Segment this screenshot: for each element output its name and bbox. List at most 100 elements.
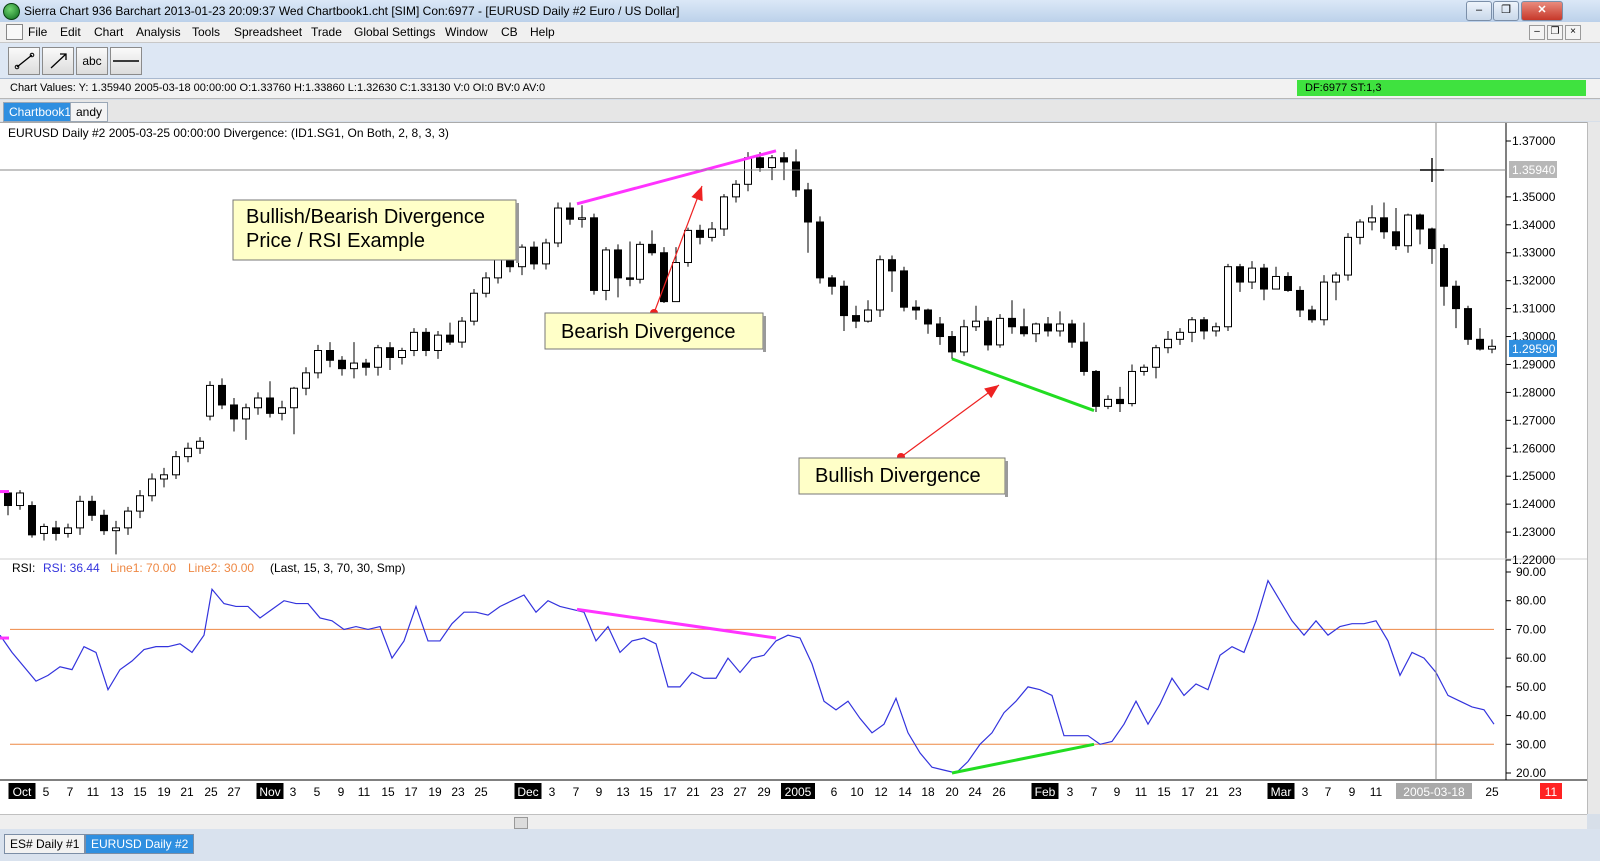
horizontal-line-tool-button[interactable]: [110, 47, 142, 75]
candle-body: [1452, 285, 1460, 310]
ray-tool-button[interactable]: [42, 47, 74, 75]
maximize-button[interactable]: ❐: [1493, 1, 1519, 21]
candle-body: [1068, 323, 1076, 343]
horizontal-scrollbar[interactable]: [0, 814, 1587, 829]
tab-chartbook1[interactable]: Chartbook1: [3, 102, 78, 122]
menu-trade[interactable]: Trade: [311, 25, 342, 39]
menu-analysis[interactable]: Analysis: [136, 25, 181, 39]
vertical-scrollbar[interactable]: [1587, 122, 1600, 814]
chart-area[interactable]: 1.37000 1.35000 1.34000 1.33000 1.32000 1.310…: [0, 122, 1587, 815]
date-axis-label: 29: [757, 785, 771, 799]
candle-body: [1188, 319, 1196, 333]
date-axis-label: 15: [133, 785, 147, 799]
candle-body: [266, 397, 274, 414]
menu-tools[interactable]: Tools: [192, 25, 220, 39]
candle-body: [1284, 275, 1292, 291]
app-globe-icon: [3, 3, 20, 20]
mdi-restore-button[interactable]: ❐: [1547, 25, 1563, 40]
divergence-title-box[interactable]: Bullish/Bearish Divergence Price / RSI E…: [232, 199, 519, 263]
candle-body: [1368, 217, 1376, 223]
document-icon[interactable]: [6, 24, 23, 40]
date-axis-label: 13: [616, 785, 630, 799]
bearish-divergence-box[interactable]: Bearish Divergence: [544, 312, 766, 352]
close-button[interactable]: ✕: [1521, 1, 1563, 21]
candle-body: [1476, 338, 1484, 350]
candle-body: [4, 492, 12, 507]
date-axis-label: Oct: [13, 785, 32, 799]
date-axis-label: 15: [1157, 785, 1171, 799]
candle-body: [1428, 228, 1436, 250]
candle-body: [1140, 366, 1148, 372]
candle-body: [254, 397, 262, 409]
candle-body: [136, 495, 144, 512]
candle-body: [530, 246, 538, 265]
chart-canvas[interactable]: 1.37000 1.35000 1.34000 1.33000 1.32000 1.310…: [0, 123, 1587, 815]
candle-body: [242, 407, 250, 420]
chart-values-text: Chart Values: Y: 1.35940 2005-03-18 00:0…: [10, 82, 546, 94]
candle-body: [936, 323, 944, 338]
candle-body: [40, 525, 48, 534]
horizontal-line-icon: [113, 60, 139, 62]
candle-body: [362, 362, 370, 368]
divergence-title-line2: Price / RSI Example: [246, 230, 425, 252]
candle-body: [888, 259, 896, 272]
bullish-divergence-box[interactable]: Bullish Divergence: [798, 457, 1008, 497]
rsi-axis-label: 40.00: [1516, 709, 1546, 723]
crosshair-price-label: 1.35940: [1512, 163, 1556, 177]
candle-body: [972, 320, 980, 328]
candle-body: [160, 474, 168, 480]
title-bar: Sierra Chart 936 Barchart 2013-01-23 20:…: [0, 0, 1600, 23]
candle-body: [1236, 266, 1244, 283]
menu-spreadsheet[interactable]: Spreadsheet: [234, 25, 302, 39]
menu-window[interactable]: Window: [445, 25, 488, 39]
line-tool-button[interactable]: [8, 47, 40, 75]
tab-eurusd-daily[interactable]: EURUSD Daily #2: [85, 834, 195, 854]
rsi-params: (Last, 15, 3, 70, 30, Smp): [270, 561, 405, 575]
minimize-button[interactable]: –: [1466, 1, 1492, 21]
candle-body: [1128, 370, 1136, 405]
date-axis-label: 12: [874, 785, 888, 799]
menu-global-settings[interactable]: Global Settings: [354, 25, 435, 39]
rsi-line2-value: Line2: 30.00: [188, 561, 254, 575]
date-axis-label: Mar: [1271, 785, 1292, 799]
horizontal-scrollbar-thumb[interactable]: [514, 817, 528, 829]
mdi-minimize-button[interactable]: –: [1529, 25, 1545, 40]
price-axis-label: 1.35000: [1512, 190, 1556, 204]
price-axis-label: 1.23000: [1512, 525, 1556, 539]
menu-cb[interactable]: CB: [501, 25, 518, 39]
menu-help[interactable]: Help: [530, 25, 555, 39]
candle-body: [1440, 248, 1448, 287]
menu-file[interactable]: File: [28, 25, 47, 39]
tab-andy[interactable]: andy: [70, 102, 109, 122]
rsi-value: RSI: 36.44: [43, 561, 100, 575]
candle-body: [852, 315, 860, 322]
mdi-close-button[interactable]: ×: [1565, 25, 1581, 40]
date-axis-label: Dec: [517, 785, 538, 799]
menu-chart[interactable]: Chart: [94, 25, 123, 39]
rsi-axis-label: 90.00: [1516, 565, 1546, 579]
tab-es-daily[interactable]: ES# Daily #1: [4, 834, 86, 854]
candle-body: [792, 161, 800, 191]
candle-body: [648, 243, 656, 254]
corner-badge-label: 11: [1545, 785, 1558, 799]
candle-body: [1344, 236, 1352, 276]
candle-body: [614, 249, 622, 279]
bullish-divergence-label: Bullish Divergence: [815, 465, 981, 487]
menu-edit[interactable]: Edit: [60, 25, 81, 39]
candle-body: [924, 309, 932, 325]
candle-body: [302, 372, 310, 389]
date-axis-label: 3: [549, 785, 556, 799]
candle-body: [1392, 231, 1400, 247]
date-axis-label: 10: [850, 785, 864, 799]
candle-body: [1032, 323, 1040, 335]
date-axis-label: 17: [404, 785, 418, 799]
date-axis-label: 17: [1181, 785, 1195, 799]
date-axis-label: 3: [1067, 785, 1074, 799]
divergence-title-line1: Bullish/Bearish Divergence: [246, 206, 485, 228]
text-tool-button[interactable]: abc: [76, 47, 108, 75]
candle-body: [1320, 281, 1328, 321]
candle-body: [196, 440, 204, 449]
date-axis-label: 13: [110, 785, 124, 799]
candle-body: [1464, 308, 1472, 340]
candle-body: [386, 347, 394, 358]
